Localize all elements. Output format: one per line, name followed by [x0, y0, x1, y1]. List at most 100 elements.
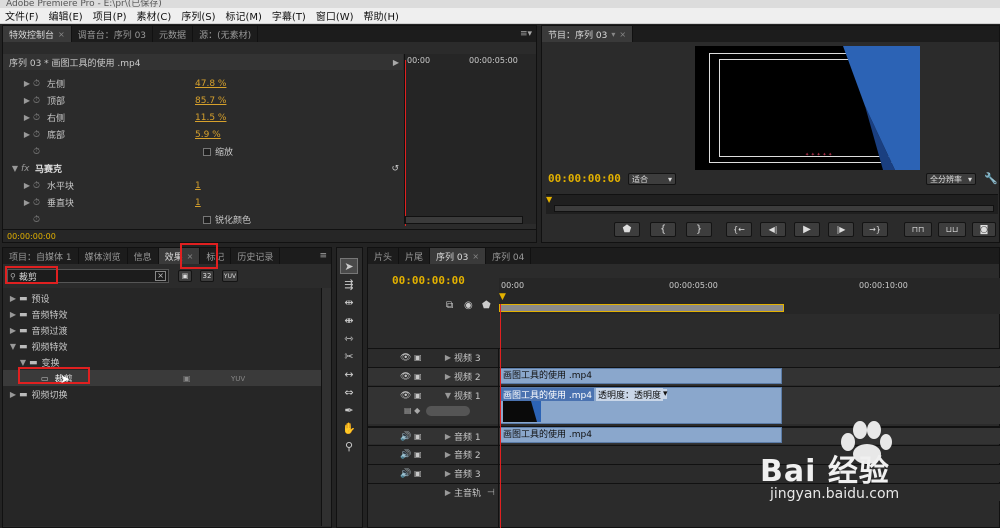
- play-only-icon[interactable]: ▶: [393, 58, 399, 67]
- param-value-right[interactable]: 11.5 %: [195, 113, 226, 123]
- stopwatch-icon[interactable]: ⏱: [33, 215, 47, 225]
- tab-effect-controls[interactable]: 特效控制台 ×: [3, 26, 72, 42]
- menu-clip[interactable]: 素材(C): [132, 8, 177, 23]
- program-viewport[interactable]: ✦ ✦ ✦ ✦ ✦: [695, 46, 920, 170]
- sequence-marker-icon[interactable]: ⬟: [482, 300, 491, 311]
- tab-media-browser[interactable]: 媒体浏览: [79, 248, 128, 264]
- timeline-ruler[interactable]: 00:00 00:00:05:00 00:00:10:00 ▼: [499, 278, 1000, 314]
- param-value-vblocks[interactable]: 1: [195, 198, 201, 208]
- clip-video-1[interactable]: 画图工具的使用 .mp4 透明度：透明度 ▾: [500, 387, 782, 424]
- tab-program[interactable]: 节目：序列 03 ▾ ×: [542, 26, 634, 42]
- rolling-edit-tool-icon[interactable]: ⇼: [340, 312, 358, 328]
- close-icon[interactable]: ×: [619, 30, 626, 39]
- collapse-icon[interactable]: ▼: [9, 164, 21, 173]
- lock-icon[interactable]: ▣: [414, 353, 428, 362]
- stopwatch-icon[interactable]: ⏱: [33, 181, 47, 191]
- tab-info[interactable]: 信息: [128, 248, 159, 264]
- expand-icon[interactable]: ▶: [442, 469, 454, 478]
- stopwatch-icon[interactable]: ⏱: [33, 96, 47, 106]
- expand-icon[interactable]: ▶: [21, 198, 33, 207]
- tab-intro[interactable]: 片头: [368, 248, 400, 264]
- close-icon[interactable]: ×: [472, 252, 479, 261]
- zoom-tool-icon[interactable]: ⚲: [340, 438, 358, 454]
- menu-file[interactable]: 文件(F): [0, 8, 44, 23]
- slip-tool-icon[interactable]: ↔: [340, 366, 358, 382]
- chevron-down-icon[interactable]: ▾: [662, 389, 668, 399]
- go-to-in-button[interactable]: {←: [726, 222, 752, 237]
- lock-icon[interactable]: ▣: [414, 469, 428, 478]
- lock-icon[interactable]: ▣: [414, 372, 428, 381]
- slide-tool-icon[interactable]: ⇔: [340, 384, 358, 400]
- opacity-selector[interactable]: 透明度：透明度: [595, 387, 663, 401]
- 32bit-effects-button[interactable]: 32: [200, 270, 214, 282]
- menu-marker[interactable]: 标记(M): [220, 8, 266, 23]
- menu-edit[interactable]: 编辑(E): [44, 8, 88, 23]
- lock-icon[interactable]: ▣: [414, 450, 428, 459]
- set-marker-icon[interactable]: ◉: [464, 300, 473, 311]
- expand-icon[interactable]: ▶: [21, 181, 33, 190]
- scrubber-bar[interactable]: [554, 205, 994, 212]
- tab-project[interactable]: 项目：自媒体 1: [3, 248, 79, 264]
- accelerated-effects-button[interactable]: ▣: [178, 270, 192, 282]
- stopwatch-icon[interactable]: ⏱: [33, 147, 47, 157]
- expand-icon[interactable]: ▶: [7, 310, 19, 319]
- lock-icon[interactable]: ▣: [414, 432, 428, 441]
- snap-icon[interactable]: ⧉: [446, 300, 453, 311]
- tab-sequence-04[interactable]: 序列 04: [486, 248, 532, 264]
- collapse-icon[interactable]: ▼: [17, 358, 29, 367]
- eye-icon[interactable]: 👁: [400, 353, 414, 363]
- menu-help[interactable]: 帮助(H): [359, 8, 404, 23]
- playhead-marker-icon[interactable]: ▼: [499, 292, 506, 302]
- menu-sequence[interactable]: 序列(S): [176, 8, 220, 23]
- menu-title[interactable]: 字幕(T): [267, 8, 311, 23]
- collapse-icon[interactable]: ▼: [442, 391, 454, 400]
- lock-icon[interactable]: ▣: [414, 391, 428, 400]
- selection-tool-icon[interactable]: ➤: [340, 258, 358, 274]
- tab-history[interactable]: 历史记录: [231, 248, 281, 264]
- tree-item-audio-effects[interactable]: ▶ ▬ 音频特效: [7, 306, 68, 323]
- export-frame-button[interactable]: ◙: [972, 222, 996, 237]
- clip-audio-1[interactable]: 画图工具的使用 .mp4: [500, 427, 782, 443]
- quality-dropdown[interactable]: 全分辨率 ▾: [926, 173, 976, 185]
- play-button[interactable]: ▶: [794, 222, 820, 237]
- stopwatch-icon[interactable]: ⏱: [33, 130, 47, 140]
- add-marker-button[interactable]: ⬟: [614, 222, 640, 237]
- expand-icon[interactable]: ▶: [21, 113, 33, 122]
- menu-window[interactable]: 窗口(W): [311, 8, 359, 23]
- panel-menu-icon[interactable]: ≡▾: [520, 29, 532, 39]
- track-select-tool-icon[interactable]: ⇶: [340, 276, 358, 292]
- ripple-edit-tool-icon[interactable]: ⇹: [340, 294, 358, 310]
- pen-tool-icon[interactable]: ✒: [340, 402, 358, 418]
- expand-icon[interactable]: ▶: [7, 294, 19, 303]
- master-meter-icon[interactable]: ⊣: [487, 488, 495, 498]
- mark-in-button[interactable]: {: [650, 222, 676, 237]
- tab-metadata[interactable]: 元数据: [153, 26, 194, 42]
- program-timecode[interactable]: 00:00:00:00: [548, 172, 621, 185]
- expand-icon[interactable]: ▶: [21, 96, 33, 105]
- tab-audio-mixer[interactable]: 调音台：序列 03: [72, 26, 154, 42]
- speaker-icon[interactable]: 🔊: [400, 432, 414, 442]
- effects-scrollbar[interactable]: [321, 288, 331, 526]
- menu-project[interactable]: 项目(P): [88, 8, 132, 23]
- ec-scrollbar[interactable]: [405, 216, 523, 224]
- clear-search-icon[interactable]: ×: [155, 271, 166, 281]
- yuv-effects-button[interactable]: YUV: [222, 270, 238, 282]
- keyframe-navigator[interactable]: [426, 406, 470, 416]
- expand-icon[interactable]: ▶: [7, 390, 19, 399]
- tab-source[interactable]: 源：(无素材): [193, 26, 259, 42]
- expand-icon[interactable]: ▶: [7, 326, 19, 335]
- extract-button[interactable]: ⊔⊔: [938, 222, 966, 237]
- work-area-bar[interactable]: [499, 304, 784, 312]
- tab-outro[interactable]: 片尾: [399, 248, 431, 264]
- collapse-icon[interactable]: ▼: [7, 342, 19, 351]
- expand-icon[interactable]: ▶: [442, 488, 454, 497]
- tree-item-presets[interactable]: ▶ ▬ 预设: [7, 290, 50, 307]
- display-style-icon[interactable]: ▤ ◆: [404, 406, 420, 415]
- lift-button[interactable]: ⊓⊓: [904, 222, 932, 237]
- step-forward-button[interactable]: |▶: [828, 222, 854, 237]
- panel-menu-icon[interactable]: ≡: [319, 251, 327, 261]
- timeline-timecode[interactable]: 00:00:00:00: [392, 274, 465, 287]
- step-back-button[interactable]: ◀|: [760, 222, 786, 237]
- expand-icon[interactable]: ▶: [442, 353, 454, 362]
- eye-icon[interactable]: 👁: [400, 391, 414, 401]
